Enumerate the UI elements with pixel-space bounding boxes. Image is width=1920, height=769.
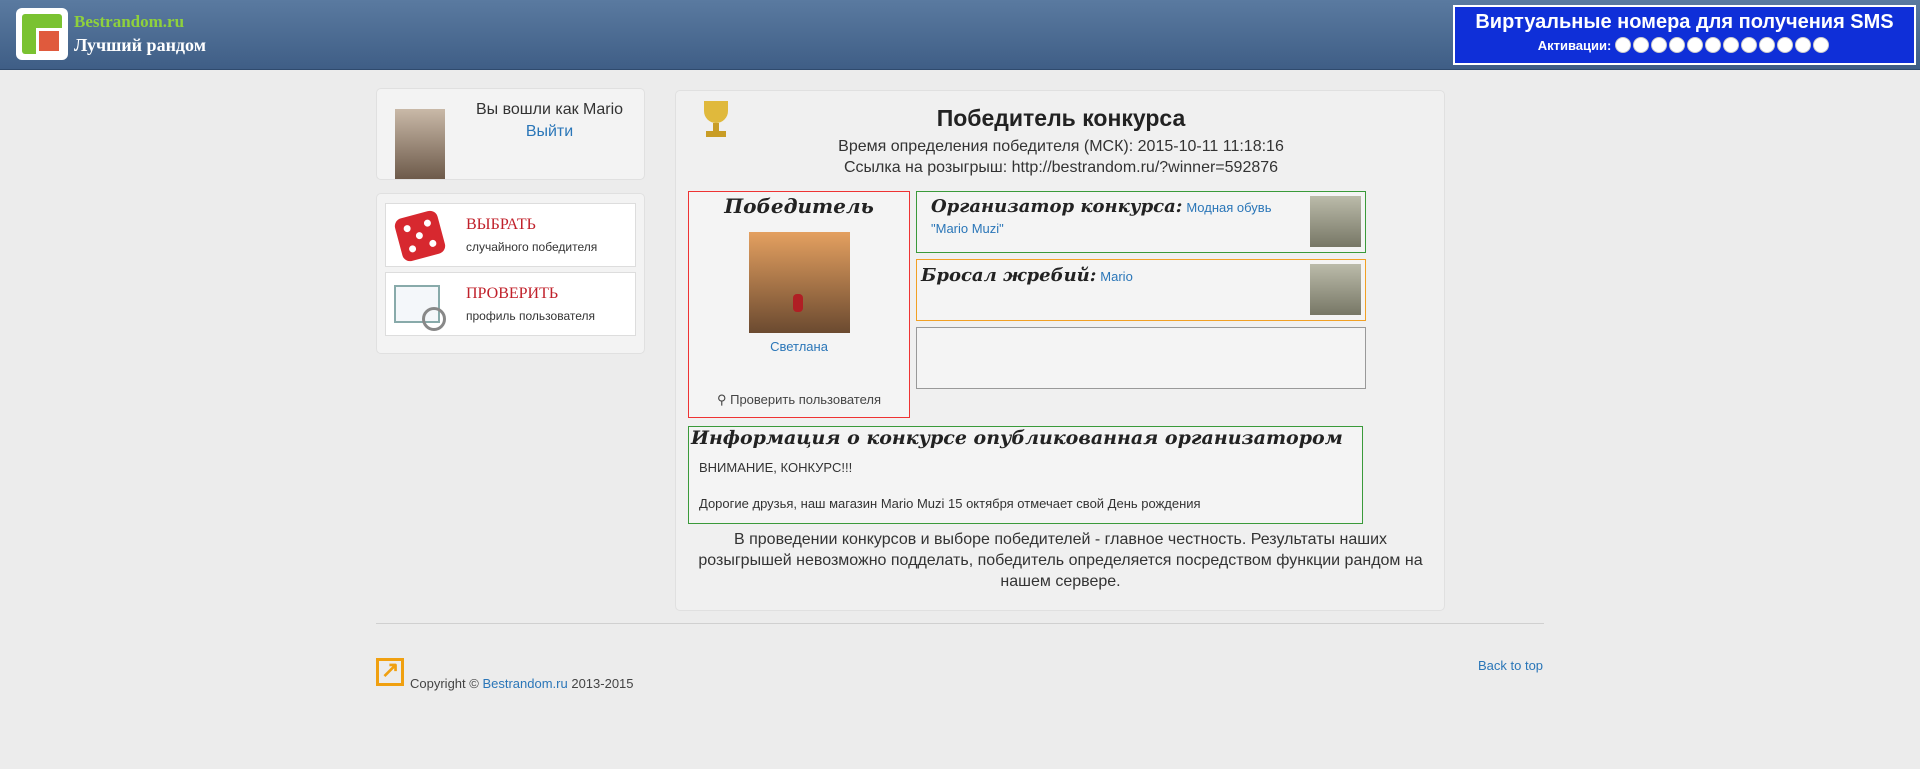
- copyright: Copyright © Bestrandom.ru 2013-2015: [410, 676, 634, 691]
- banner-title: Виртуальные номера для получения SMS: [1475, 11, 1894, 33]
- service-icons: [1615, 37, 1831, 53]
- action-menu: ВЫБРАТЬ случайного победителя ПРОВЕРИТЬ …: [376, 193, 645, 354]
- site-tagline: Лучший рандом: [74, 35, 206, 55]
- check-user-link[interactable]: ⚲ Проверить пользователя: [689, 392, 909, 408]
- empty-box: [916, 327, 1366, 389]
- choose-winner-button[interactable]: ВЫБРАТЬ случайного победителя: [385, 203, 636, 267]
- thrower-avatar[interactable]: [1310, 264, 1361, 315]
- sms-banner[interactable]: Виртуальные номера для получения SMS Акт…: [1453, 5, 1916, 65]
- thrower-link[interactable]: Mario: [1100, 269, 1133, 284]
- header: Bestrandom.ru Лучший рандом Виртуальные …: [0, 0, 1920, 70]
- honesty-note: В проведении конкурсов и выборе победите…: [698, 531, 1423, 590]
- footer-divider: [376, 623, 1544, 624]
- logout-link[interactable]: Выйти: [457, 123, 642, 141]
- logged-in-label: Вы вошли как Mario: [475, 101, 624, 118]
- organizer-heading: Организатор конкурса:: [931, 196, 1183, 217]
- winner-time: Время определения победителя (МСК): 2015…: [838, 138, 1284, 155]
- dice-icon: [393, 209, 447, 263]
- thrower-box: Бросал жребий: Mario: [916, 259, 1366, 321]
- check-profile-button[interactable]: ПРОВЕРИТЬ профиль пользователя: [385, 272, 636, 336]
- winner-avatar[interactable]: [749, 232, 850, 333]
- menu-subtitle-choose: случайного победителя: [466, 240, 598, 254]
- winner-box: Победитель Светлана ⚲ Проверить пользова…: [688, 191, 910, 418]
- winner-panel: Победитель конкурса Время определения по…: [675, 90, 1445, 611]
- winner-heading: Победитель: [724, 194, 874, 218]
- info-line-1: ВНИМАНИЕ, КОНКУРС!!!: [699, 460, 853, 475]
- page-title: Победитель конкурса: [936, 105, 1186, 131]
- banner-activations-label: Активации:: [1537, 37, 1612, 53]
- site-logo[interactable]: Bestrandom.ru Лучший рандом: [16, 4, 236, 64]
- thrower-heading: Бросал жребий:: [921, 265, 1097, 286]
- back-to-top-link[interactable]: Back to top: [1478, 658, 1543, 673]
- info-line-2: Дорогие друзья, наш магазин Mario Muzi 1…: [699, 496, 1201, 511]
- organizer-avatar[interactable]: [1310, 196, 1361, 247]
- draw-link: Ссылка на розыгрыш: http://bestrandom.ru…: [843, 159, 1279, 176]
- search-icon: ⚲: [716, 392, 727, 407]
- copyright-years: 2013-2015: [571, 676, 634, 691]
- site-name: Bestrandom.ru: [74, 12, 185, 31]
- winner-name-link[interactable]: Светлана: [689, 339, 909, 354]
- profile-check-icon: [394, 279, 446, 331]
- contest-info-box: Информация о конкурсе опубликованная орг…: [688, 426, 1363, 524]
- user-avatar: [395, 109, 445, 179]
- copyright-link[interactable]: Bestrandom.ru: [482, 676, 567, 691]
- info-heading: Информация о конкурсе опубликованная орг…: [691, 427, 1343, 449]
- login-panel: Вы вошли как Mario Выйти: [376, 88, 645, 180]
- organizer-box: Организатор конкурса: Модная обувь "Mari…: [916, 191, 1366, 253]
- menu-title-check: ПРОВЕРИТЬ: [466, 285, 559, 302]
- copyright-prefix: Copyright ©: [410, 676, 479, 691]
- menu-title-choose: ВЫБРАТЬ: [466, 216, 536, 233]
- check-user-label: Проверить пользователя: [730, 392, 882, 407]
- arrow-logo-icon: [376, 657, 404, 686]
- logo-icon: [16, 8, 68, 60]
- menu-subtitle-check: профиль пользователя: [466, 309, 595, 323]
